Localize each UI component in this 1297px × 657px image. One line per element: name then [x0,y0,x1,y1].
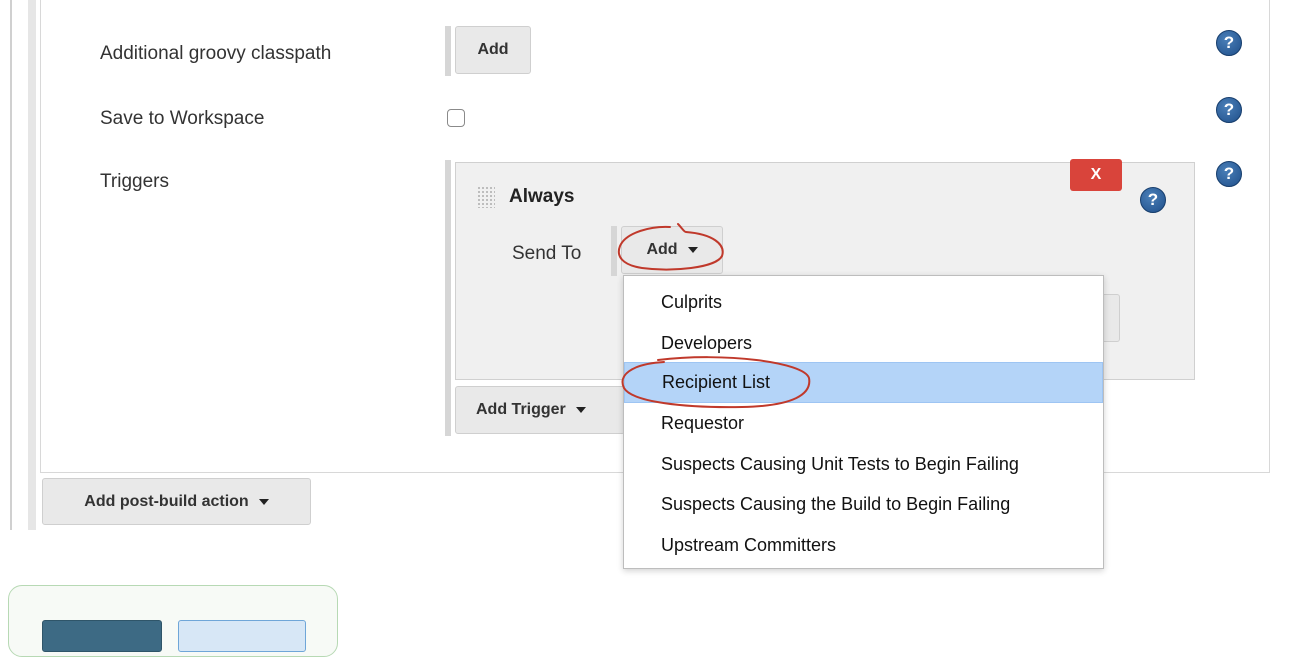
caret-down-icon [575,407,586,413]
save-button[interactable] [42,620,162,652]
apply-button[interactable] [178,620,306,652]
groovy-classpath-label: Additional groovy classpath [100,43,332,64]
dropdown-item-suspects-unit-tests[interactable]: Suspects Causing Unit Tests to Begin Fai… [624,444,1103,485]
dropdown-item-culprits[interactable]: Culprits [624,282,1103,323]
help-icon[interactable]: ? [1216,30,1242,56]
triggers-label: Triggers [100,171,169,192]
add-post-build-label: Add post-build action [84,492,249,510]
dropdown-item-requestor[interactable]: Requestor [624,403,1103,444]
section-left-border [10,0,12,530]
send-to-add-button[interactable]: Add [621,226,723,274]
save-workspace-label: Save to Workspace [100,108,265,129]
dropdown-item-upstream-committers[interactable]: Upstream Committers [624,525,1103,566]
dropdown-item-suspects-build[interactable]: Suspects Causing the Build to Begin Fail… [624,484,1103,525]
send-to-dropdown-menu: Culprits Developers Recipient List Reque… [623,275,1104,569]
field-indent-bar [611,226,617,276]
groovy-classpath-add-button[interactable]: Add [455,26,531,74]
delete-trigger-button[interactable]: X [1070,159,1122,191]
trigger-title: Always [509,186,575,207]
field-indent-bar [445,26,451,76]
help-icon[interactable]: ? [1140,187,1166,213]
send-to-label: Send To [512,243,582,264]
section-left-rail [28,0,36,530]
dropdown-item-recipient-list[interactable]: Recipient List [624,362,1103,403]
help-icon[interactable]: ? [1216,97,1242,123]
dropdown-item-developers[interactable]: Developers [624,323,1103,364]
help-icon[interactable]: ? [1216,161,1242,187]
add-trigger-label: Add Trigger [476,401,566,418]
add-post-build-action-button[interactable]: Add post-build action [42,478,311,525]
field-indent-bar [445,160,451,436]
caret-down-icon [258,498,269,505]
add-trigger-button[interactable]: Add Trigger [455,386,625,434]
send-to-add-label: Add [646,241,678,258]
save-workspace-checkbox[interactable] [447,109,465,127]
drag-handle-icon[interactable] [477,186,495,208]
caret-down-icon [687,247,698,253]
